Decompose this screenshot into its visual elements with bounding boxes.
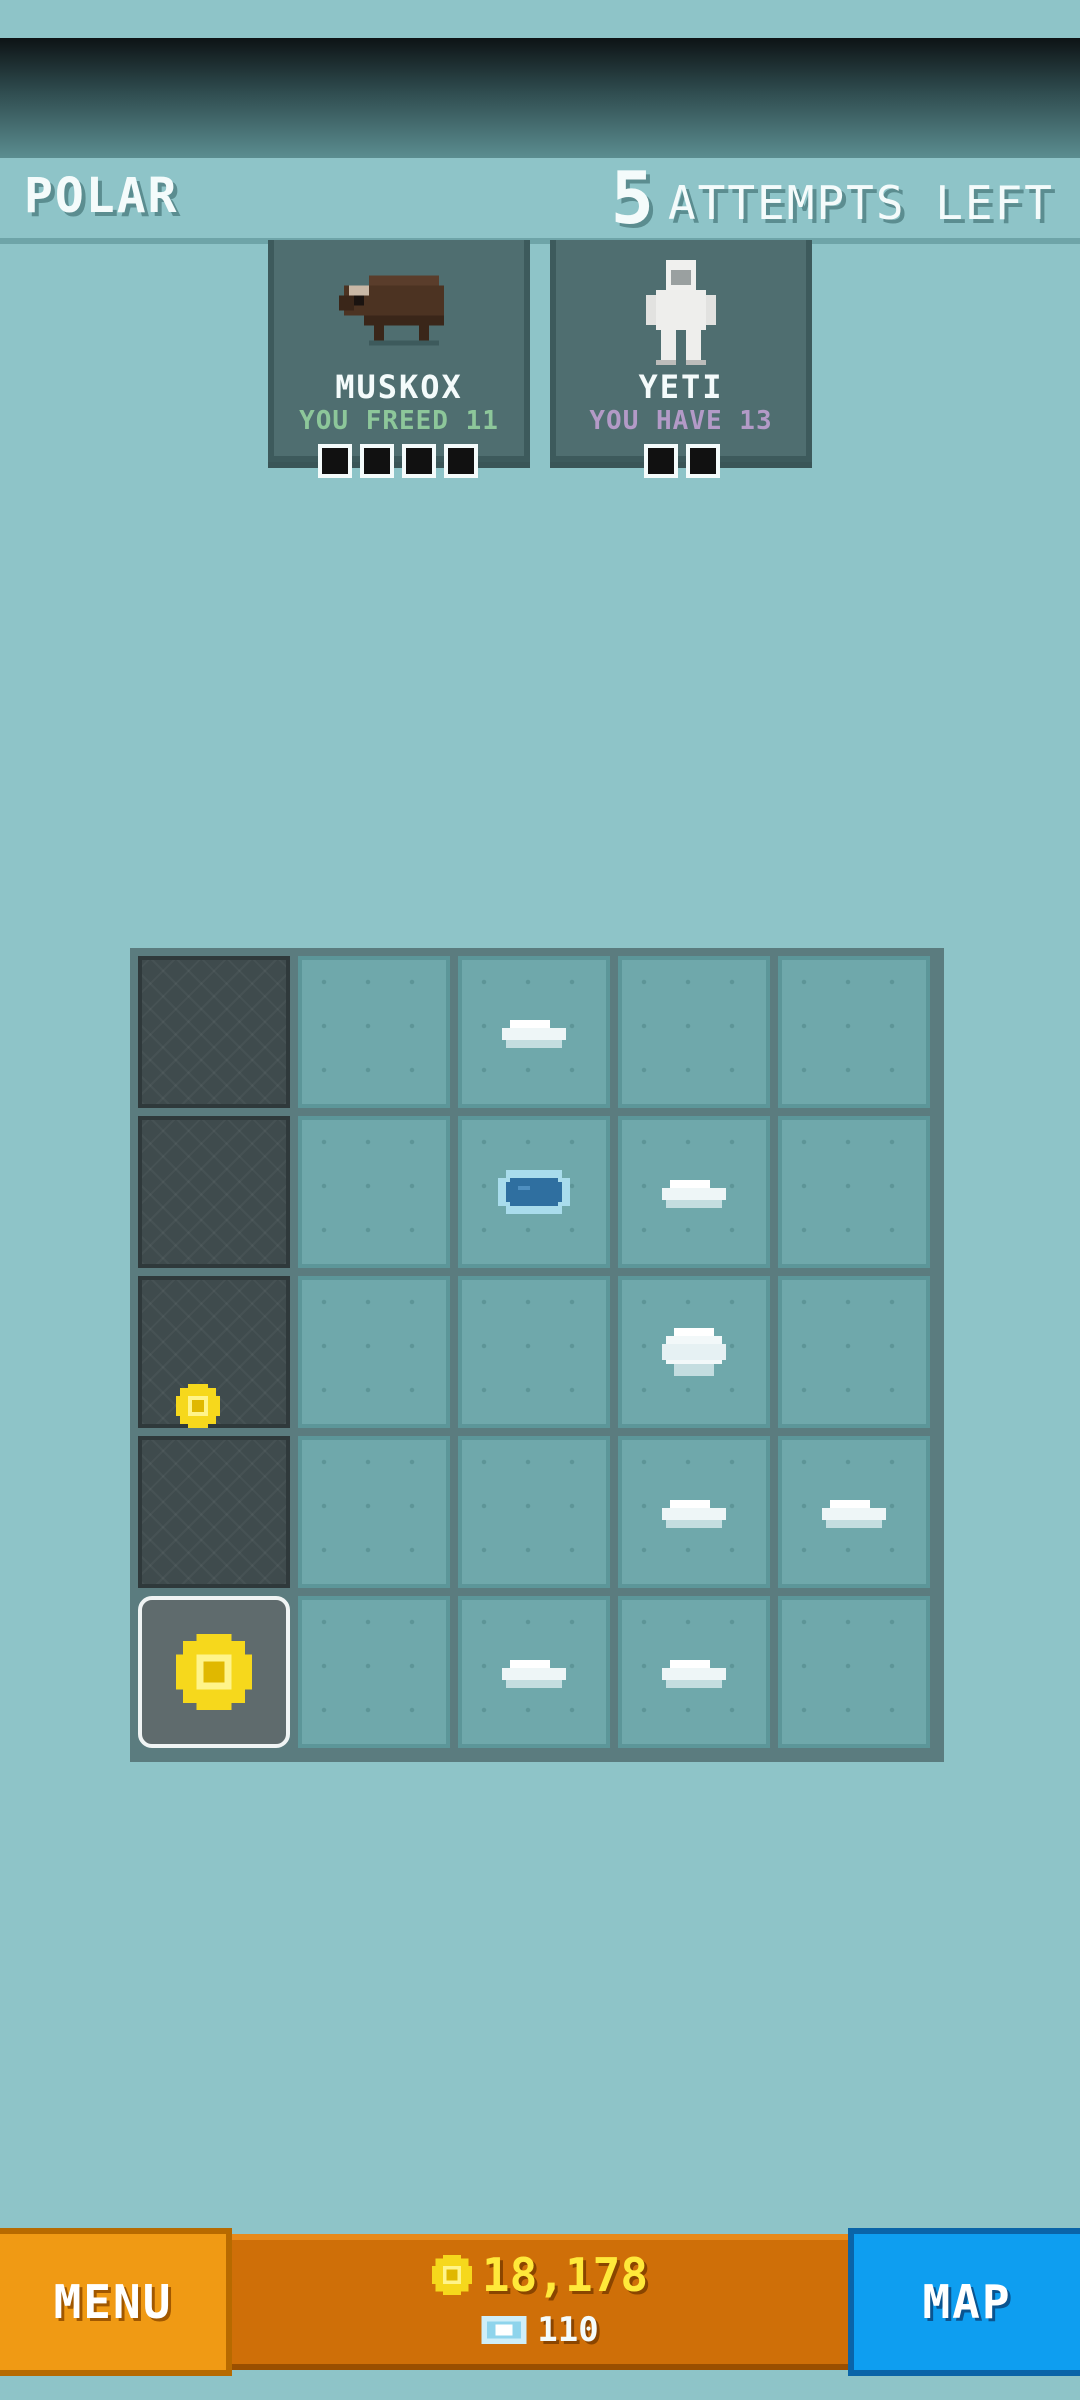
board-cell-rock bbox=[138, 1436, 290, 1588]
coin-count: 18,178 bbox=[481, 2248, 649, 2302]
snow-pile-icon bbox=[662, 1180, 726, 1208]
top-shade bbox=[0, 38, 1080, 158]
board-cell-ice[interactable] bbox=[778, 1116, 930, 1268]
pip bbox=[402, 444, 436, 478]
yeti-icon bbox=[646, 260, 716, 365]
board-cell-ice[interactable] bbox=[778, 1276, 930, 1428]
board-cell-ice[interactable] bbox=[778, 956, 930, 1108]
snow-pile-icon bbox=[662, 1500, 726, 1528]
board-cell-rock bbox=[138, 1116, 290, 1268]
attempts-label: ATTEMPTS LEFT bbox=[667, 176, 1054, 230]
muskox-icon bbox=[339, 275, 444, 346]
board-cell-start[interactable] bbox=[138, 1596, 290, 1748]
board-cell-rock bbox=[138, 1276, 290, 1428]
animal-status: YOU FREED 11 bbox=[299, 406, 499, 436]
currency-panel: 18,178 110 bbox=[232, 2234, 848, 2370]
board-cell-snow[interactable] bbox=[778, 1436, 930, 1588]
board-cell-hole[interactable] bbox=[458, 1116, 610, 1268]
map-button[interactable]: MAP bbox=[848, 2228, 1080, 2376]
board-cell-ice[interactable] bbox=[618, 956, 770, 1108]
pip bbox=[318, 444, 352, 478]
zone-name: POLAR bbox=[24, 168, 179, 224]
game-board bbox=[130, 948, 944, 1762]
snow-pile-icon bbox=[662, 1660, 726, 1688]
snow-pile-icon bbox=[502, 1020, 566, 1048]
coins-row: 18,178 bbox=[232, 2248, 848, 2302]
animal-name: MUSKOX bbox=[335, 368, 463, 406]
bottom-bar: MENU 18,178 110 MAP bbox=[0, 2228, 1080, 2376]
menu-button[interactable]: MENU bbox=[0, 2228, 232, 2376]
board-cell-snow[interactable] bbox=[618, 1116, 770, 1268]
board-cell-ice[interactable] bbox=[298, 1596, 450, 1748]
board-cell-snow[interactable] bbox=[618, 1596, 770, 1748]
board-cell-ice[interactable] bbox=[778, 1596, 930, 1748]
attempts-number: 5 bbox=[610, 156, 654, 240]
board-cell-snowball[interactable] bbox=[618, 1276, 770, 1428]
animal-card-muskox[interactable]: MUSKOX YOU FREED 11 bbox=[268, 240, 530, 462]
gems-row: 110 bbox=[232, 2310, 848, 2350]
gem-count: 110 bbox=[537, 2310, 599, 2350]
board-cell-ice[interactable] bbox=[298, 1276, 450, 1428]
coin-icon bbox=[176, 1634, 252, 1710]
board-cell-rock bbox=[138, 956, 290, 1108]
board-cell-snow[interactable] bbox=[458, 1596, 610, 1748]
board-cell-ice[interactable] bbox=[458, 1436, 610, 1588]
board-cell-ice[interactable] bbox=[298, 1116, 450, 1268]
attempts-counter: 5 ATTEMPTS LEFT bbox=[611, 158, 1054, 238]
snow-pile-icon bbox=[502, 1660, 566, 1688]
pip bbox=[686, 444, 720, 478]
snow-pile-icon bbox=[822, 1500, 886, 1528]
board-cell-snow[interactable] bbox=[618, 1436, 770, 1588]
pip bbox=[444, 444, 478, 478]
board-cell-ice[interactable] bbox=[458, 1276, 610, 1428]
pip bbox=[644, 444, 678, 478]
coin-icon bbox=[431, 2255, 472, 2295]
board-cell-ice[interactable] bbox=[298, 1436, 450, 1588]
gem-icon bbox=[481, 2316, 527, 2344]
animal-status: YOU HAVE 13 bbox=[589, 406, 773, 436]
muskox-progress-pips bbox=[318, 444, 478, 478]
coin-icon bbox=[176, 1384, 220, 1428]
animal-card-yeti[interactable]: YETI YOU HAVE 13 bbox=[550, 240, 812, 462]
board-cell-snow[interactable] bbox=[458, 956, 610, 1108]
yeti-progress-pips bbox=[644, 444, 720, 478]
ice-hole-icon bbox=[498, 1170, 570, 1214]
animal-name: YETI bbox=[638, 368, 724, 406]
pip bbox=[360, 444, 394, 478]
snowball-icon bbox=[662, 1328, 726, 1376]
board-cell-ice[interactable] bbox=[298, 956, 450, 1108]
status-strip bbox=[0, 0, 1080, 40]
